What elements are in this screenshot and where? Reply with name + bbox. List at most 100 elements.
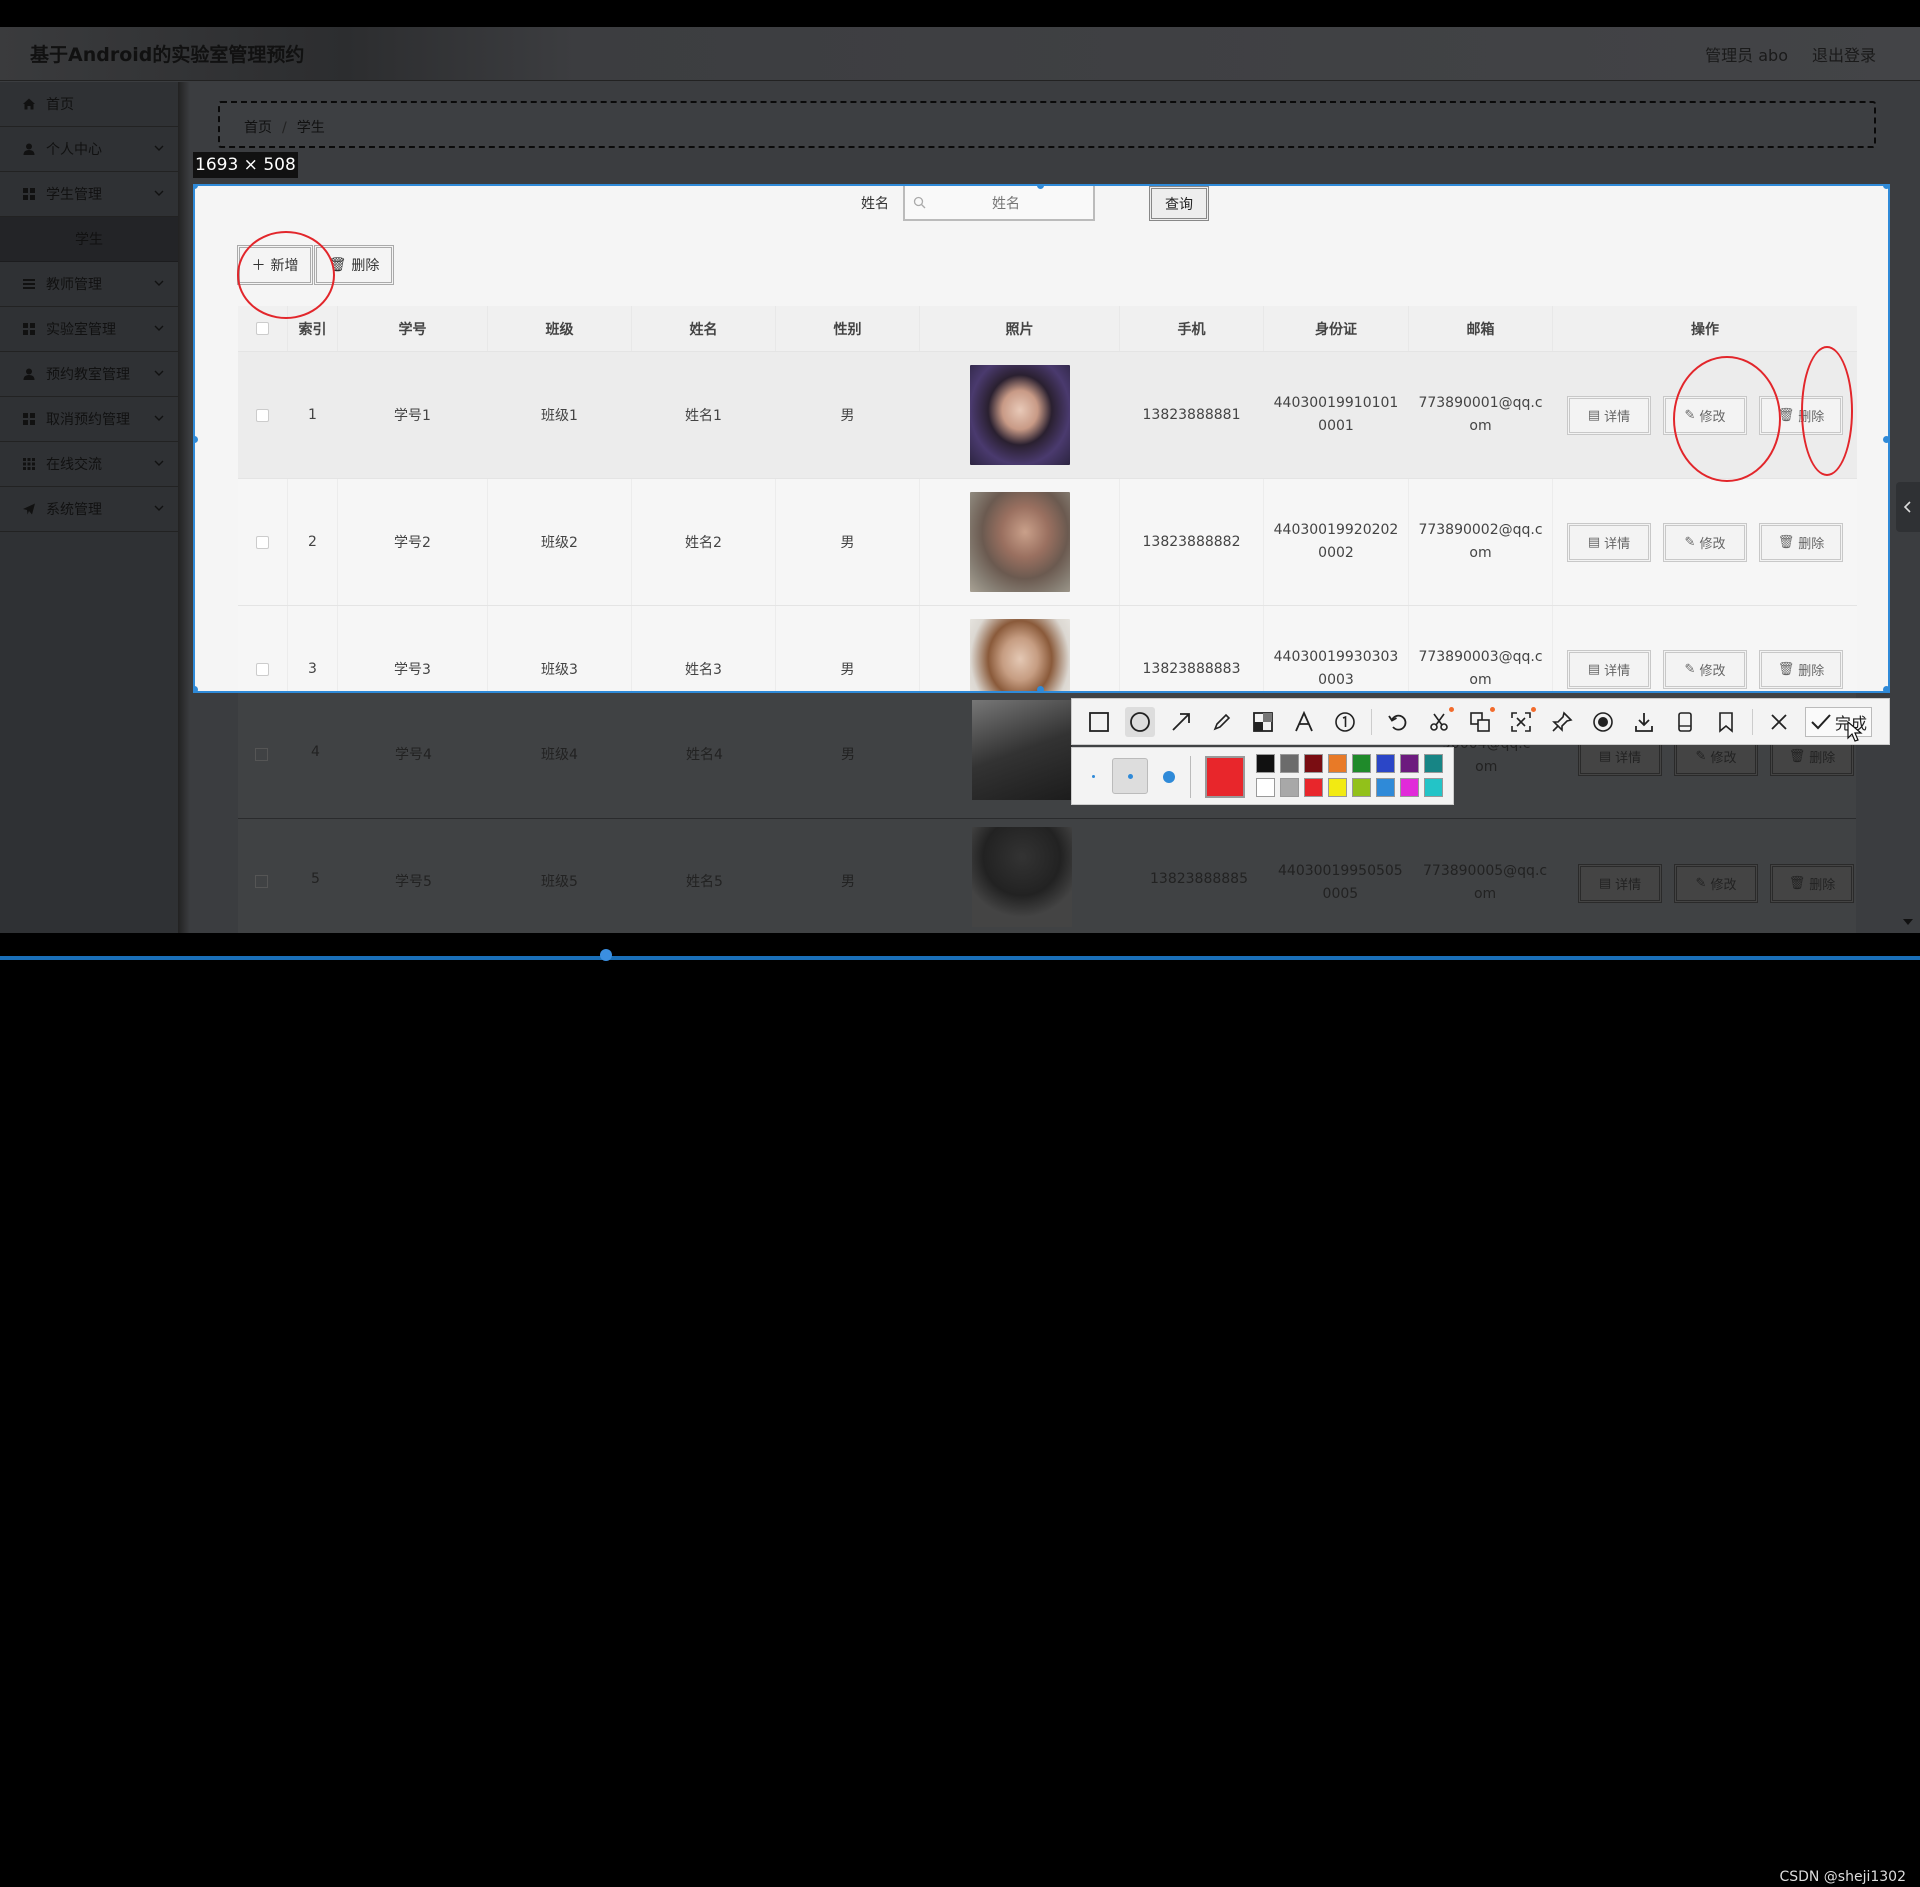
number-tool[interactable] [1330,707,1360,737]
resize-handle[interactable] [195,436,198,443]
brush-size-small[interactable] [1092,775,1095,778]
edit-button[interactable]: ✎ 修改 [1663,522,1747,562]
detail-button[interactable]: ▤ 详情 [1567,395,1651,435]
color-swatch[interactable] [1352,778,1371,797]
undo-tool[interactable] [1383,707,1413,737]
row-checkbox[interactable] [255,875,268,888]
chevron-down-icon [154,415,164,421]
edit-button[interactable]: ✎ 修改 [1674,864,1758,903]
row-checkbox[interactable] [256,535,269,549]
home-icon [23,98,35,110]
detail-button[interactable]: ▤ 详情 [1567,522,1651,562]
color-swatch[interactable] [1400,778,1419,797]
search-box[interactable] [903,186,1095,221]
sidebar-item-online-chat[interactable]: 在线交流 [0,442,178,487]
undo-icon [1388,714,1407,731]
sidebar-item-cancel-booking[interactable]: 取消预约管理 [0,397,178,442]
cell-index: 5 [311,871,320,887]
color-swatch[interactable] [1328,778,1347,797]
sidebar-item-system-mgmt[interactable]: 系统管理 [0,487,178,532]
download-tool[interactable] [1629,707,1659,737]
progress-knob[interactable] [600,949,612,961]
color-swatch[interactable] [1352,754,1371,773]
pencil-icon: ✎ [1695,876,1707,891]
edit-button[interactable]: ✎ 修改 [1663,649,1747,689]
pin-tool[interactable] [1547,707,1577,737]
ocr-tool[interactable] [1506,706,1536,737]
ellipse-tool[interactable] [1125,706,1155,737]
capture-selection[interactable]: 姓名 查询 ＋新增 🗑删除 索引 学号 班级 姓名 性别 照片 手机 身份证 邮… [193,184,1890,693]
sidebar-item-teacher-mgmt[interactable]: 教师管理 [0,262,178,307]
breadcrumb-home[interactable]: 首页 [244,120,272,136]
color-swatch[interactable] [1424,754,1443,773]
rectangle-tool[interactable] [1084,707,1114,737]
sidebar-subitem-student[interactable]: 学生 [0,217,178,262]
brush-size-medium[interactable] [1112,758,1148,794]
color-swatch[interactable] [1328,754,1347,773]
pencil-icon: ✎ [1695,749,1707,764]
resize-handle[interactable] [1883,186,1888,189]
detail-button[interactable]: ▤ 详情 [1578,864,1662,903]
row-checkbox[interactable] [256,662,269,676]
delete-row-button[interactable]: 🗑 删除 [1759,649,1843,689]
user-icon [23,143,35,155]
scroll-down-arrow-icon[interactable] [1902,917,1914,927]
query-button[interactable]: 查询 [1149,186,1209,221]
resize-handle[interactable] [195,186,198,189]
detail-button[interactable]: ▤ 详情 [1567,649,1651,689]
delete-row-button[interactable]: 🗑 删除 [1770,864,1854,903]
trash-icon: 🗑 [1788,876,1806,891]
search-input[interactable] [931,192,1081,214]
color-swatch[interactable] [1256,754,1275,773]
row-checkbox[interactable] [256,408,269,422]
delete-row-button[interactable]: 🗑 删除 [1759,522,1843,562]
cell-name: 姓名4 [686,747,723,763]
mobile-tool[interactable] [1670,707,1700,737]
sidebar-item-home[interactable]: 首页 [0,82,178,127]
resize-handle[interactable] [1883,686,1888,691]
sidebar-item-profile[interactable]: 个人中心 [0,127,178,172]
color-swatch[interactable] [1400,754,1419,773]
col-header-gender: 性别 [776,306,920,351]
color-swatch[interactable] [1376,778,1395,797]
resize-handle[interactable] [1037,686,1044,691]
sidebar-item-lab-mgmt[interactable]: 实验室管理 [0,307,178,352]
sidebar-item-student-mgmt[interactable]: 学生管理 [0,172,178,217]
current-color-swatch[interactable] [1205,756,1245,798]
record-tool[interactable] [1588,707,1618,737]
cell-gender: 男 [841,747,855,763]
pen-tool[interactable] [1207,707,1237,737]
download-icon [1635,712,1653,732]
color-swatch[interactable] [1280,754,1299,773]
cell-idcard: 44030019920202 0002 [1264,479,1409,605]
delete-label: 删除 [1809,751,1836,766]
list-icon [23,279,35,289]
color-swatch[interactable] [1376,754,1395,773]
resize-handle[interactable] [1883,436,1888,443]
bookmark-tool[interactable] [1711,707,1741,737]
sidebar-item-booking-mgmt[interactable]: 预约教室管理 [0,352,178,397]
brush-size-large[interactable] [1163,771,1175,783]
color-swatch[interactable] [1304,778,1323,797]
cell-student-id: 学号1 [338,352,488,478]
text-tool[interactable] [1289,707,1319,737]
photo-cell [920,479,1120,605]
translate-tool[interactable] [1465,706,1495,737]
color-swatch[interactable] [1280,778,1299,797]
row-checkbox[interactable] [255,748,268,761]
collapse-tab[interactable] [1896,482,1920,532]
resize-handle[interactable] [195,686,198,691]
cell-phone: 13823888885 [1150,871,1248,887]
cancel-capture-button[interactable] [1764,707,1794,737]
color-swatch[interactable] [1304,754,1323,773]
color-swatch[interactable] [1424,778,1443,797]
color-swatch[interactable] [1256,778,1275,797]
mosaic-tool[interactable] [1248,707,1278,737]
cell-student-id: 学号2 [338,479,488,605]
chevron-down-icon [154,370,164,376]
select-all-checkbox[interactable] [256,322,269,335]
cut-tool[interactable] [1424,706,1454,737]
arrow-tool[interactable] [1166,707,1196,737]
logout-link[interactable]: 退出登录 [1812,42,1876,66]
col-header-actions: 操作 [1691,321,1719,338]
